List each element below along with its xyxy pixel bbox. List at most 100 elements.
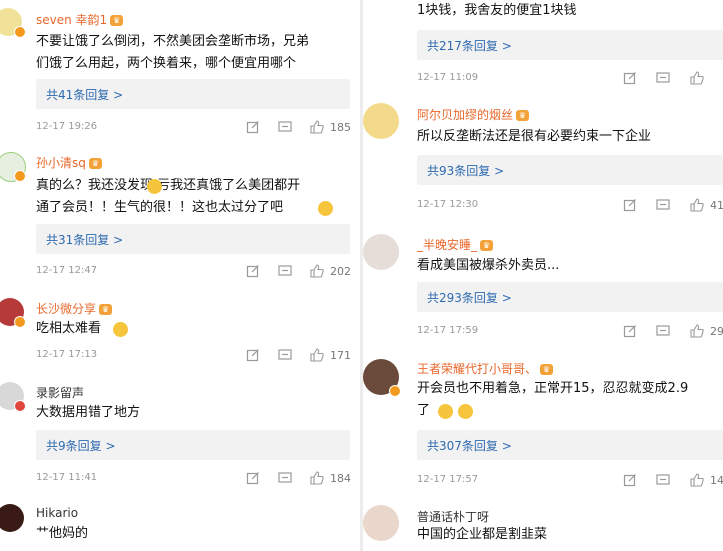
smiley-emoji-icon <box>438 404 453 419</box>
comment-icon[interactable] <box>656 473 670 487</box>
comment-time: 12-17 11:09 <box>417 72 479 83</box>
comment-time: 12-17 11:41 <box>36 472 98 483</box>
reply-summary[interactable]: 共217条回复 > <box>417 30 723 60</box>
share-edit-icon[interactable] <box>623 324 637 338</box>
comment-icon[interactable] <box>278 120 292 134</box>
comment-meta: 12-17 17:59 29 <box>363 324 723 340</box>
reply-summary[interactable]: 共9条回复 > <box>36 430 350 460</box>
reply-count-link[interactable]: 共9条回复 > <box>46 437 116 454</box>
comment-meta: 12-17 12:30 41 <box>363 198 723 214</box>
thumbs-up-icon[interactable] <box>690 71 704 85</box>
comment-text-line: 不要让饿了么倒闭，不然美团会垄断市场，兄弟 <box>36 34 310 49</box>
comment-icon[interactable] <box>278 348 292 362</box>
comment-text-line: 通了会员！！生气的很！！这也太过分了吧 <box>36 200 284 215</box>
comment-text-line: 了 <box>417 403 431 418</box>
commenter-name[interactable]: 孙小清sq ♛ <box>36 154 102 171</box>
share-edit-icon[interactable] <box>246 120 260 134</box>
commenter-name[interactable]: 录影留声 <box>36 384 84 401</box>
comment-text-line: 大数据用错了地方 <box>36 405 141 420</box>
thumbs-up-icon[interactable] <box>690 198 704 212</box>
share-edit-icon[interactable] <box>623 198 637 212</box>
comment-meta: 12-17 17:57 14 <box>363 473 723 489</box>
vip-badge-icon <box>14 26 26 38</box>
vip-crown-icon: ♛ <box>516 110 530 121</box>
like-count: 29 <box>710 325 723 338</box>
comment-text-line: 看成美国被爆杀外卖员... <box>417 258 560 273</box>
reply-count-link[interactable]: 共93条回复 > <box>427 162 504 179</box>
reply-summary[interactable]: 共293条回复 > <box>417 282 723 312</box>
smiley-emoji-icon <box>147 179 162 194</box>
commenter-name[interactable]: Hikario <box>36 506 78 520</box>
commenter-name[interactable]: 阿尔贝加缪的烟丝 ♛ <box>417 106 530 123</box>
thumbs-up-icon[interactable] <box>690 324 704 338</box>
reply-count-link[interactable]: 共217条回复 > <box>427 37 512 54</box>
vip-badge-icon <box>14 316 26 328</box>
vip-crown-icon: ♛ <box>540 364 554 375</box>
vip-badge-icon <box>14 400 26 412</box>
thumbs-up-icon[interactable] <box>310 264 324 278</box>
thumbs-up-icon[interactable] <box>690 473 704 487</box>
comment-icon[interactable] <box>656 324 670 338</box>
vip-crown-icon: ♛ <box>88 158 102 169</box>
thumbs-up-icon[interactable] <box>310 348 324 362</box>
share-edit-icon[interactable] <box>623 71 637 85</box>
comment-text-line: 艹他妈的 <box>36 526 89 541</box>
share-edit-icon[interactable] <box>246 264 260 278</box>
commenter-name[interactable]: 长沙微分享 ♛ <box>36 300 113 317</box>
commenter-name[interactable]: _半晚安睡_ ♛ <box>417 236 494 253</box>
comment-text-line: 们饿了么用起，两个换着来，哪个便宜用哪个 <box>36 56 297 71</box>
smiley-emoji-icon <box>458 404 473 419</box>
comment-text-line: 真的么？我还没发现 亏我还真饿了么美团都开 <box>36 178 301 193</box>
like-count: 184 <box>330 472 351 485</box>
comment-text-line: 吃相太难看 <box>36 321 102 336</box>
comment-icon[interactable] <box>656 71 670 85</box>
comment-meta: 12-17 11:09 <box>363 71 723 87</box>
reply-summary[interactable]: 共31条回复 > <box>36 224 350 254</box>
reply-count-link[interactable]: 共31条回复 > <box>46 231 123 248</box>
like-count: 185 <box>330 121 351 134</box>
comment-icon[interactable] <box>278 264 292 278</box>
smiley-emoji-icon <box>318 201 333 216</box>
comment-text-line: 1块钱，我舍友的便宜1块钱 <box>417 3 577 18</box>
left-comment-column: seven 幸韵1 ♛ 不要让饿了么倒闭，不然美团会垄断市场，兄弟 们饿了么用起，… <box>0 0 360 551</box>
comment-time: 12-17 12:47 <box>36 265 98 276</box>
comment-time: 12-17 19:26 <box>36 121 98 132</box>
comment-time: 12-17 12:30 <box>417 199 479 210</box>
reply-count-link[interactable]: 共41条回复 > <box>46 86 123 103</box>
reply-summary[interactable]: 共307条回复 > <box>417 430 723 460</box>
comment-meta: 12-17 19:26 185 <box>0 120 360 136</box>
share-edit-icon[interactable] <box>623 473 637 487</box>
reply-count-link[interactable]: 共307条回复 > <box>427 437 512 454</box>
like-count: 41 <box>710 199 723 212</box>
vip-badge-icon <box>389 385 401 397</box>
avatar[interactable] <box>0 504 24 532</box>
reply-count-link[interactable]: 共293条回复 > <box>427 289 512 306</box>
comment-text-line: 开会员也不用着急，正常开15，忍忍就变成2.9 <box>417 381 689 396</box>
reply-summary[interactable]: 共93条回复 > <box>417 155 723 185</box>
like-count: 14 <box>710 474 723 487</box>
comment-text-line: 中国的企业都是割韭菜 <box>417 527 548 542</box>
share-edit-icon[interactable] <box>246 471 260 485</box>
comment-meta: 12-17 12:47 202 <box>0 264 360 280</box>
vip-crown-icon: ♛ <box>99 304 113 315</box>
thumbs-up-icon[interactable] <box>310 120 324 134</box>
comment-meta: 12-17 11:41 184 <box>0 471 360 487</box>
avatar[interactable] <box>363 505 399 541</box>
avatar[interactable] <box>363 234 399 270</box>
like-count: 171 <box>330 349 351 362</box>
share-edit-icon[interactable] <box>246 348 260 362</box>
comment-time: 12-17 17:57 <box>417 474 479 485</box>
right-comment-column: 1块钱，我舍友的便宜1块钱 共217条回复 > 12-17 11:09 阿尔贝加… <box>363 0 723 551</box>
comment-icon[interactable] <box>656 198 670 212</box>
avatar[interactable] <box>363 103 399 139</box>
comment-time: 12-17 17:59 <box>417 325 479 336</box>
like-count: 202 <box>330 265 351 278</box>
comment-icon[interactable] <box>278 471 292 485</box>
vip-crown-icon: ♛ <box>480 240 494 251</box>
thumbs-up-icon[interactable] <box>310 471 324 485</box>
commenter-name[interactable]: 王者荣耀代打小哥哥、 ♛ <box>417 360 554 377</box>
vip-crown-icon: ♛ <box>110 15 124 26</box>
comment-text-line: 所以反垄断法还是很有必要约束一下企业 <box>417 129 652 144</box>
commenter-name[interactable]: seven 幸韵1 ♛ <box>36 11 124 28</box>
reply-summary[interactable]: 共41条回复 > <box>36 79 350 109</box>
